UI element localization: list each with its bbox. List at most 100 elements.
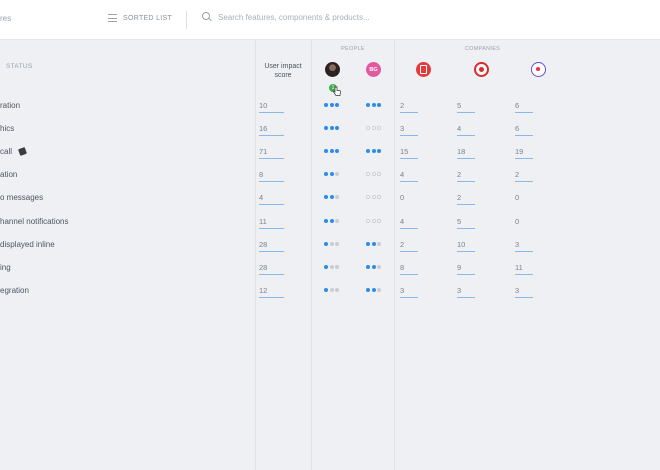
person2-rating[interactable] <box>366 172 381 177</box>
impact-score[interactable]: 16 <box>259 124 284 137</box>
company-1-count[interactable]: 4 <box>400 170 418 183</box>
company-1-count[interactable]: 0 <box>400 193 418 205</box>
feature-name[interactable]: o messages <box>0 193 43 202</box>
search-input[interactable] <box>218 12 438 22</box>
company-1-count[interactable]: 3 <box>400 286 418 298</box>
company-3-count[interactable]: 3 <box>515 286 533 298</box>
person2-rating[interactable] <box>366 126 381 131</box>
feature-name[interactable]: ration <box>0 101 20 110</box>
company-1-count[interactable]: 15 <box>400 147 418 160</box>
rating-dot <box>366 195 370 200</box>
company-3-count[interactable]: 2 <box>515 170 533 183</box>
company-logo-ring-icon[interactable] <box>531 62 546 77</box>
person1-rating[interactable] <box>324 264 339 269</box>
company-2-count[interactable]: 4 <box>457 124 475 137</box>
person2-rating[interactable] <box>366 264 381 269</box>
status-column-header[interactable]: STATUS <box>6 63 32 70</box>
impact-score[interactable]: 10 <box>259 101 284 113</box>
feature-name[interactable]: hannel notifications <box>0 217 69 226</box>
company-3-count[interactable]: 11 <box>515 263 533 275</box>
rating-dot <box>329 195 334 200</box>
person1-rating[interactable] <box>324 195 339 200</box>
search-box[interactable] <box>202 12 438 22</box>
person2-rating[interactable] <box>366 149 381 154</box>
impact-header-line2: score <box>274 72 292 79</box>
feature-name[interactable]: egration <box>0 286 29 295</box>
rating-dot <box>329 218 334 223</box>
impact-score[interactable]: 71 <box>259 147 284 160</box>
company-2-count[interactable]: 2 <box>457 170 475 183</box>
feature-row[interactable]: ation 8 4 2 2 <box>0 170 660 186</box>
company-1-count[interactable]: 8 <box>400 263 418 275</box>
company-3-count[interactable]: 19 <box>515 147 533 160</box>
impact-score[interactable]: 28 <box>259 263 284 275</box>
company-1-count[interactable]: 2 <box>400 240 418 252</box>
person2-rating[interactable] <box>366 287 381 292</box>
rating-dot <box>371 126 376 131</box>
company-2-count[interactable]: 18 <box>457 147 475 160</box>
feature-name[interactable]: call <box>0 147 12 156</box>
company-1-count[interactable]: 2 <box>400 101 418 113</box>
rating-dot <box>324 172 328 177</box>
person1-rating[interactable] <box>324 241 339 246</box>
rating-dot <box>366 149 370 154</box>
feature-row[interactable]: ration 10 2 5 6 <box>0 101 660 117</box>
rating-dot <box>329 172 334 177</box>
person1-rating[interactable] <box>324 218 339 223</box>
company-2-count[interactable]: 9 <box>457 263 475 275</box>
person-avatar-photo[interactable] <box>325 62 340 77</box>
sorted-list-button[interactable]: SORTED LIST <box>108 14 172 22</box>
company-logo-target-icon[interactable] <box>474 62 489 77</box>
feature-name[interactable]: displayed inline <box>0 240 55 249</box>
impact-score[interactable]: 8 <box>259 170 284 183</box>
impact-score[interactable]: 12 <box>259 286 284 298</box>
person2-rating[interactable] <box>366 218 381 223</box>
company-3-count[interactable]: 6 <box>515 124 533 137</box>
impact-score-header[interactable]: User impact score <box>258 62 308 80</box>
company-3-count[interactable]: 6 <box>515 101 533 113</box>
feature-name[interactable]: hics <box>0 124 14 133</box>
feature-row[interactable]: displayed inline 28 2 10 3 <box>0 240 660 256</box>
sorted-list-label: SORTED LIST <box>123 14 173 22</box>
rating-dot <box>335 103 339 107</box>
feature-row[interactable]: ing 28 8 9 11 <box>0 263 660 279</box>
person2-rating[interactable] <box>366 103 381 107</box>
company-3-count[interactable]: 3 <box>515 240 533 252</box>
people-header: PEOPLE <box>341 46 365 52</box>
company-logo-red-icon[interactable] <box>416 62 431 77</box>
rating-dot <box>324 126 328 131</box>
company-3-count[interactable]: 0 <box>515 193 533 205</box>
person1-rating[interactable] <box>324 149 339 154</box>
company-1-count[interactable]: 4 <box>400 217 418 229</box>
feature-row[interactable]: o messages 4 0 2 0 <box>0 193 660 209</box>
impact-score[interactable]: 4 <box>259 193 284 206</box>
feature-name[interactable]: ation <box>0 170 17 179</box>
person-avatar-initials[interactable]: BG <box>366 62 381 77</box>
feature-row[interactable]: egration 12 3 3 3 <box>0 286 660 302</box>
rating-dot <box>335 218 339 223</box>
feature-row[interactable]: call 71 15 18 19 <box>0 147 660 163</box>
company-2-count[interactable]: 10 <box>457 240 475 252</box>
company-2-count[interactable]: 5 <box>457 101 475 113</box>
rating-dot <box>335 241 339 246</box>
person1-rating[interactable] <box>324 287 339 292</box>
person2-rating[interactable] <box>366 241 381 246</box>
person2-rating[interactable] <box>366 195 381 200</box>
company-2-count[interactable]: 3 <box>457 286 475 298</box>
feature-row[interactable]: hannel notifications 11 4 5 0 <box>0 217 660 233</box>
impact-score[interactable]: 11 <box>259 217 284 229</box>
rating-dot <box>324 149 328 154</box>
rating-dot <box>371 103 376 107</box>
company-2-count[interactable]: 5 <box>457 217 475 229</box>
rating-dot <box>329 103 334 107</box>
company-2-count[interactable]: 2 <box>457 193 475 206</box>
feature-name[interactable]: ing <box>0 263 11 272</box>
company-1-count[interactable]: 3 <box>400 124 418 137</box>
person1-rating[interactable] <box>324 126 339 131</box>
feature-row[interactable]: hics 16 3 4 6 <box>0 124 660 140</box>
impact-score[interactable]: 28 <box>259 240 284 252</box>
company-3-count[interactable]: 0 <box>515 217 533 229</box>
person1-rating[interactable] <box>324 172 339 177</box>
rating-dot <box>371 218 376 223</box>
person1-rating[interactable] <box>324 103 339 107</box>
